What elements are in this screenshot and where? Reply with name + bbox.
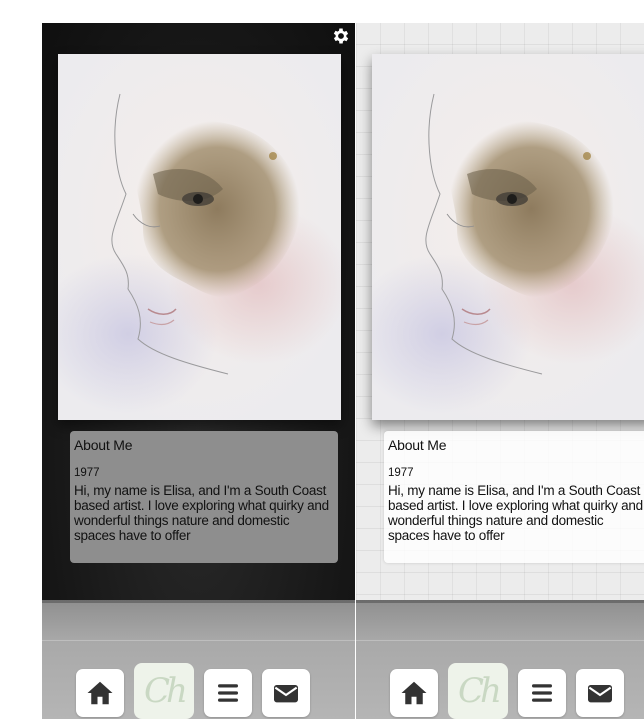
- bottom-nav: Ch: [390, 663, 624, 719]
- menu-icon: [532, 684, 552, 702]
- artwork-image[interactable]: [58, 54, 341, 420]
- home-button[interactable]: [76, 669, 124, 717]
- about-bio: Hi, my name is Elisa, and I'm a South Co…: [74, 483, 329, 543]
- artwork-image[interactable]: [372, 54, 644, 420]
- about-bio: Hi, my name is Elisa, and I'm a South Co…: [388, 483, 643, 543]
- mail-button[interactable]: [576, 669, 624, 717]
- home-icon: [401, 681, 427, 705]
- logo-button[interactable]: Ch: [448, 663, 508, 719]
- logo-icon: Ch: [458, 671, 502, 711]
- about-title: About Me: [388, 437, 447, 453]
- menu-icon: [218, 684, 238, 702]
- menu-button[interactable]: [204, 669, 252, 717]
- about-year: 1977: [74, 467, 100, 479]
- logo-icon: Ch: [144, 671, 188, 711]
- about-year: 1977: [388, 467, 414, 479]
- bottom-nav: Ch: [76, 663, 310, 719]
- about-card: About Me 1977 Hi, my name is Elisa, and …: [70, 431, 338, 563]
- home-icon: [87, 681, 113, 705]
- mail-button[interactable]: [262, 669, 310, 717]
- about-title: About Me: [74, 437, 133, 453]
- about-card: About Me 1977 Hi, my name is Elisa, and …: [384, 431, 644, 563]
- home-button[interactable]: [390, 669, 438, 717]
- gear-icon[interactable]: [331, 26, 351, 46]
- mail-icon: [274, 685, 298, 703]
- menu-button[interactable]: [518, 669, 566, 717]
- logo-button[interactable]: Ch: [134, 663, 194, 719]
- gallery-screen-light: About Me 1977 Hi, my name is Elisa, and …: [356, 23, 644, 719]
- mail-icon: [588, 685, 612, 703]
- gallery-screen-dark: About Me 1977 Hi, my name is Elisa, and …: [42, 23, 355, 719]
- app-stage: About Me 1977 Hi, my name is Elisa, and …: [0, 0, 644, 719]
